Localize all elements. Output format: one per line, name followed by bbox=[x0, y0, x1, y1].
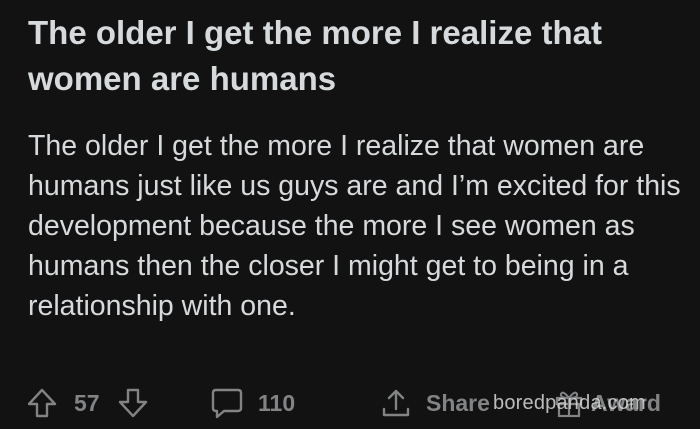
upvote-button[interactable] bbox=[26, 383, 58, 423]
arrow-up-icon bbox=[26, 387, 58, 419]
vote-score: 57 bbox=[74, 383, 100, 423]
post-title[interactable]: The older I get the more I realize that … bbox=[28, 10, 678, 102]
action-bar: 57 110 Share Award bbox=[0, 383, 700, 423]
award-label: Award bbox=[591, 389, 661, 416]
share-label: Share bbox=[426, 389, 490, 416]
comments-button[interactable]: 110 bbox=[210, 383, 295, 423]
award-button[interactable]: Award bbox=[553, 383, 661, 423]
gift-icon bbox=[553, 387, 585, 419]
arrow-down-icon bbox=[117, 387, 149, 419]
downvote-button[interactable] bbox=[117, 383, 149, 423]
post-card: The older I get the more I realize that … bbox=[0, 0, 700, 429]
share-upload-icon bbox=[380, 387, 412, 419]
share-button[interactable]: Share bbox=[380, 383, 490, 423]
post-body: The older I get the more I realize that … bbox=[28, 130, 681, 322]
speech-bubble-icon bbox=[210, 387, 244, 419]
vote-score-value: 57 bbox=[74, 389, 100, 416]
comments-count: 110 bbox=[258, 389, 296, 416]
